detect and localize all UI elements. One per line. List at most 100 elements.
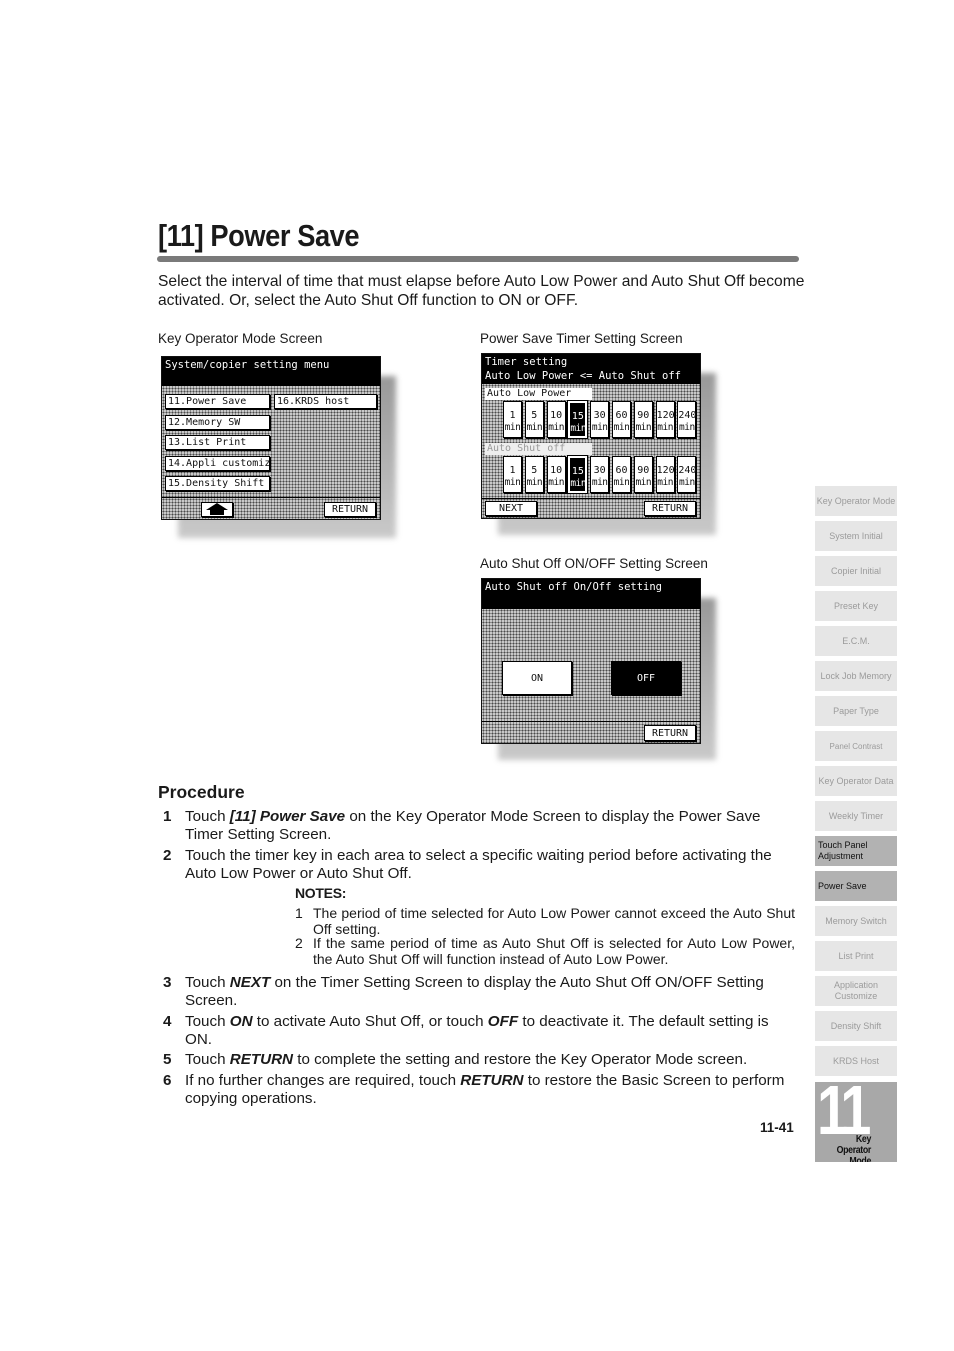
low-power-key-5-min[interactable]: 5 min (524, 401, 544, 438)
shut-off-key-10-min[interactable]: 10 min (546, 456, 566, 493)
side-tab-list-print[interactable]: List Print (815, 941, 897, 971)
side-tab-application-customize[interactable]: Application Customize (815, 976, 897, 1006)
key-value: 1 (509, 465, 516, 476)
shut-off-key-60-min[interactable]: 60 min (612, 456, 631, 493)
shut-off-key-120-min[interactable]: 120 min (655, 456, 675, 493)
key-unit: min (679, 477, 695, 488)
shut-off-key-30-min[interactable]: 30 min (590, 456, 610, 493)
procedure-step: 6 If no further changes are required, tou… (158, 1072, 798, 1108)
side-tab-label: Key Operator Mode (816, 495, 896, 506)
screen-header: System/copier setting menu (162, 357, 380, 386)
key-unit: min (591, 422, 608, 433)
key-value: 240 (678, 410, 697, 421)
note-text: The period of time selected for Auto Low… (313, 905, 795, 937)
shutoff-screen-caption: Auto Shut Off ON/OFF Setting Screen (480, 556, 708, 571)
return-button[interactable]: RETURN (644, 725, 696, 741)
key-unit: min (679, 422, 695, 433)
step-text-part: Touch (185, 974, 230, 991)
side-tab-density-shift[interactable]: Density Shift (815, 1011, 897, 1041)
key-operator-screen-caption: Key Operator Mode Screen (158, 331, 323, 346)
side-tab-key-operator-mode[interactable]: Key Operator Mode (815, 486, 897, 516)
on-button[interactable]: ON (502, 661, 572, 695)
page-title: [11] Power Save (158, 218, 360, 253)
key-value: 30 (593, 465, 606, 476)
key-unit: min (635, 422, 652, 433)
menu-item-krds-host[interactable]: 16.KRDS host (274, 394, 377, 409)
low-power-key-60-min[interactable]: 60 min (612, 401, 631, 438)
step-text: Touch the timer key in each area to sele… (185, 847, 798, 883)
side-tab-krds-host[interactable]: KRDS Host (815, 1046, 897, 1076)
title-rule (157, 256, 799, 262)
key-unit: min (504, 422, 521, 433)
procedure-step: 2 Touch the timer key in each area to sel… (158, 847, 798, 883)
menu-item-appli-customize[interactable]: 14.Appli customize (165, 456, 270, 471)
side-tab-paper-type[interactable]: Paper Type (815, 696, 897, 726)
step-text-part: Touch (185, 1013, 230, 1030)
side-tab-label: Lock Job Memory (820, 670, 892, 681)
key-value: 5 (531, 410, 538, 421)
side-tab-lock-job-memory[interactable]: Lock Job Memory (815, 661, 897, 691)
step-text-part: Touch the timer key in each area to sele… (185, 847, 772, 882)
side-tab-preset-key[interactable]: Preset Key (815, 591, 897, 621)
side-tab-label: List Print (838, 950, 874, 961)
timer-screen: Timer setting Auto Low Power <= Auto Shu… (481, 353, 701, 519)
side-tab-touch-panel-adjustment[interactable]: Touch Panel Adjustment (815, 836, 897, 866)
step-text-part: Touch (185, 1051, 230, 1068)
home-button[interactable] (201, 502, 233, 517)
shut-off-key-240-min[interactable]: 240 min (677, 456, 696, 493)
step-emphasis: NEXT (229, 974, 271, 991)
key-value: 120 (656, 410, 675, 421)
step-emphasis: ON (229, 1013, 253, 1030)
low-power-key-1-min[interactable]: 1 min (503, 401, 522, 438)
shut-off-key-5-min[interactable]: 5 min (524, 456, 544, 493)
shut-off-key-1-min[interactable]: 1 min (503, 456, 522, 493)
key-value: 15 (571, 411, 584, 422)
key-value: 30 (593, 410, 606, 421)
side-tab-copier-initial[interactable]: Copier Initial (815, 556, 897, 586)
low-power-key-30-min[interactable]: 30 min (590, 401, 610, 438)
side-tab-e-c-m[interactable]: E.C.M. (815, 626, 897, 656)
timer-screen-caption: Power Save Timer Setting Screen (480, 331, 683, 346)
side-tab-key-operator-data[interactable]: Key Operator Data (815, 766, 897, 796)
side-tab-weekly-timer[interactable]: Weekly Timer (815, 801, 897, 831)
low-power-key-90-min[interactable]: 90 min (633, 401, 653, 438)
screen-header: Timer setting Auto Low Power <= Auto Shu… (482, 354, 700, 384)
return-button[interactable]: RETURN (324, 502, 376, 517)
side-tab-memory-switch[interactable]: Memory Switch (815, 906, 897, 936)
low-power-key-15-min[interactable]: 15 min (567, 400, 589, 439)
auto-shut-off-label: Auto Shut off (485, 443, 592, 455)
side-tab-label: Memory Switch (825, 915, 887, 926)
side-tab-panel-contrast[interactable]: Panel Contrast (815, 731, 897, 761)
side-tab-label: Touch Panel Adjustment (818, 840, 868, 861)
next-button[interactable]: NEXT (485, 501, 537, 516)
shut-off-key-15-min[interactable]: 15 min (567, 455, 589, 494)
step-emphasis: RETURN (229, 1051, 294, 1068)
side-tab-system-initial[interactable]: System Initial (815, 521, 897, 551)
side-tab-power-save[interactable]: Power Save (815, 871, 897, 901)
menu-item-list-print[interactable]: 13.List Print (165, 435, 270, 450)
procedure-step: 1 Touch [11] Power Save on the Key Operat… (158, 808, 798, 844)
side-tab-label: Panel Contrast (829, 741, 883, 751)
note-number: 1 (295, 905, 303, 921)
footer-divider (162, 497, 380, 498)
return-button[interactable]: RETURN (644, 501, 696, 516)
chapter-tab[interactable]: 11 Key Operator Mode (815, 1082, 897, 1162)
low-power-key-240-min[interactable]: 240 min (677, 401, 696, 438)
low-power-key-10-min[interactable]: 10 min (546, 401, 566, 438)
step-number: 5 (163, 1051, 172, 1068)
note-item: 1 The period of time selected for Auto Lo… (295, 905, 795, 937)
step-text: Touch NEXT on the Timer Setting Screen t… (185, 974, 798, 1010)
side-tab-label: Copier Initial (830, 565, 882, 576)
side-tab-label: KRDS Host (832, 1055, 879, 1066)
key-unit: min (613, 477, 630, 488)
off-button[interactable]: OFF (611, 661, 681, 695)
shut-off-key-90-min[interactable]: 90 min (633, 456, 653, 493)
key-unit: min (570, 423, 587, 434)
menu-item-power-save[interactable]: 11.Power Save (165, 394, 270, 409)
side-tab-label: E.C.M. (842, 635, 870, 646)
menu-item-memory-sw[interactable]: 12.Memory SW (165, 415, 270, 430)
key-value: 240 (678, 465, 697, 476)
low-power-key-120-min[interactable]: 120 min (655, 401, 675, 438)
menu-item-density-shift[interactable]: 15.Density Shift (165, 476, 270, 491)
key-unit: min (613, 422, 630, 433)
